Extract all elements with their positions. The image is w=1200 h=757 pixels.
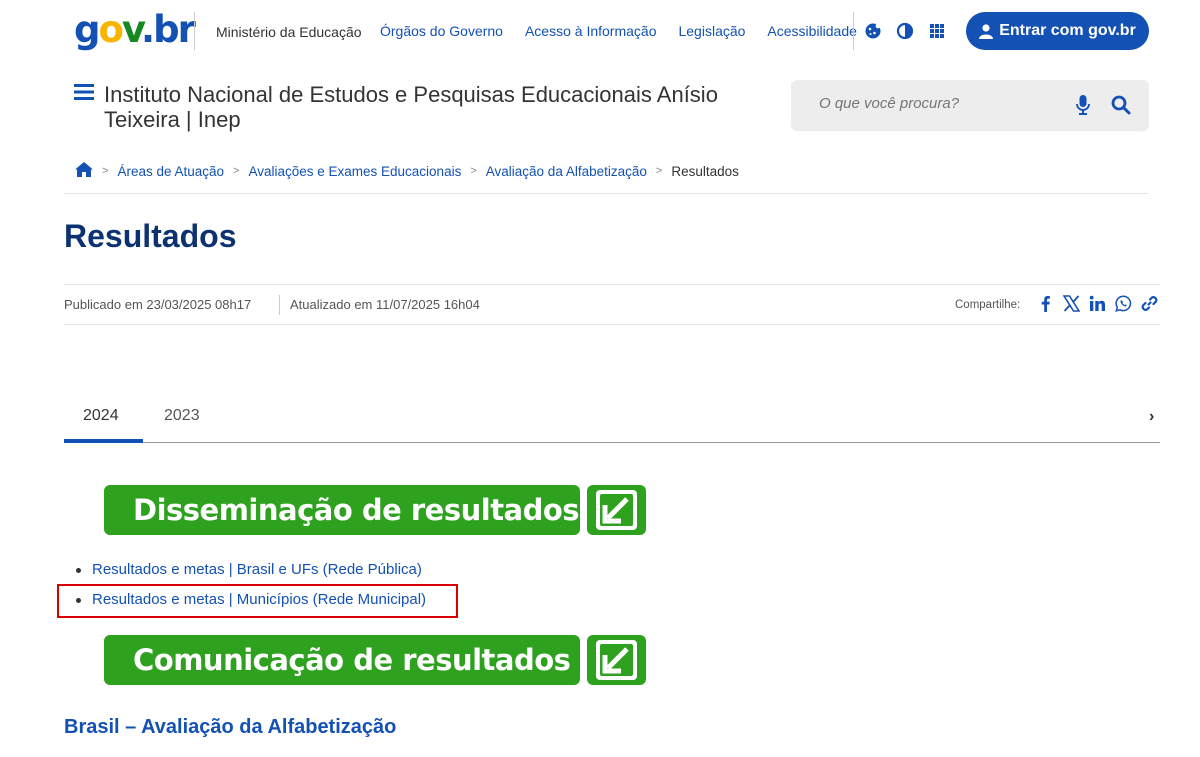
breadcrumb-avaliacoes-exames[interactable]: Avaliações e Exames Educacionais (248, 164, 461, 179)
publication-meta: Publicado em 23/03/2025 08h17 Atualizado… (64, 284, 1160, 325)
breadcrumb-areas-atuacao[interactable]: Áreas de Atuação (117, 164, 224, 179)
tab-2024[interactable]: 2024 (83, 407, 119, 425)
share-label: Compartilhe: (955, 299, 1021, 311)
user-icon (979, 23, 994, 39)
logo-g: g (74, 8, 100, 51)
page-title: Resultados (64, 218, 237, 254)
link-icon[interactable] (1141, 295, 1158, 312)
chevron-right-icon[interactable]: › (1149, 408, 1154, 426)
page: gov.br Ministério da Educação Órgãos do … (0, 0, 1200, 757)
facebook-icon[interactable] (1037, 295, 1054, 312)
highlight-box (57, 584, 458, 618)
top-links: Órgãos do Governo Acesso à Informação Le… (380, 23, 879, 39)
link-acesso-informacao[interactable]: Acesso à Informação (525, 23, 657, 39)
home-icon[interactable] (75, 162, 93, 180)
communication-banner: Comunicação de resultados (104, 635, 646, 685)
microphone-icon[interactable] (1076, 95, 1090, 120)
breadcrumb-current: Resultados (671, 163, 739, 179)
link-legislacao[interactable]: Legislação (678, 23, 745, 39)
link-orgaos[interactable]: Órgãos do Governo (380, 23, 503, 39)
hamburger-menu-icon[interactable] (74, 82, 96, 102)
login-button[interactable]: Entrar com gov.br (966, 12, 1149, 50)
divider (194, 12, 195, 50)
tab-2023[interactable]: 2023 (164, 407, 200, 425)
logo-v: v (121, 8, 143, 51)
breadcrumb: > Áreas de Atuação > Avaliações e Exames… (75, 162, 739, 180)
dissemination-banner: Disseminação de resultados (104, 485, 646, 535)
breadcrumb-avaliacao-alfabetizacao[interactable]: Avaliação da Alfabetização (486, 164, 647, 179)
institution-title[interactable]: Instituto Nacional de Estudos e Pesquisa… (104, 82, 784, 132)
search-box (791, 80, 1149, 131)
breadcrumb-separator: > (102, 165, 109, 177)
active-tab-indicator (64, 439, 143, 443)
divider (853, 12, 854, 50)
whatsapp-icon[interactable] (1115, 295, 1132, 312)
arrow-down-left-icon (587, 485, 646, 535)
share-icons (1037, 295, 1158, 312)
ministry-link[interactable]: Ministério da Educação (216, 24, 362, 40)
login-label: Entrar com gov.br (999, 22, 1136, 39)
link-results-brasil-ufs[interactable]: Resultados e metas | Brasil e UFs (Rede … (92, 561, 422, 578)
apps-grid-icon[interactable] (928, 22, 946, 40)
logo-o: o (98, 8, 124, 51)
top-icons (864, 22, 946, 40)
divider (64, 193, 1149, 194)
divider (279, 295, 280, 315)
x-icon[interactable] (1062, 295, 1081, 312)
communication-banner-label: Comunicação de resultados (104, 635, 580, 685)
cookie-icon[interactable] (864, 22, 882, 40)
breadcrumb-separator: > (470, 165, 477, 177)
govbr-logo[interactable]: gov.br (74, 8, 196, 52)
year-tabs: 2024 2023 › (64, 402, 1160, 443)
logo-br: br (153, 8, 196, 51)
dissemination-banner-label: Disseminação de resultados (104, 485, 580, 535)
logo-dot: . (141, 8, 155, 51)
contrast-icon[interactable] (896, 22, 914, 40)
published-date: Publicado em 23/03/2025 08h17 (64, 297, 252, 312)
arrow-down-left-icon (587, 635, 646, 685)
link-acessibilidade[interactable]: Acessibilidade (767, 23, 857, 39)
breadcrumb-separator: > (233, 165, 240, 177)
search-input[interactable] (819, 95, 1049, 112)
breadcrumb-separator: > (655, 165, 663, 177)
section-subtitle: Brasil – Avaliação da Alfabetização (64, 716, 397, 738)
search-icon[interactable] (1111, 95, 1131, 120)
updated-date: Atualizado em 11/07/2025 16h04 (290, 297, 480, 312)
top-header: gov.br Ministério da Educação Órgãos do … (0, 0, 1200, 64)
linkedin-icon[interactable] (1089, 295, 1106, 312)
